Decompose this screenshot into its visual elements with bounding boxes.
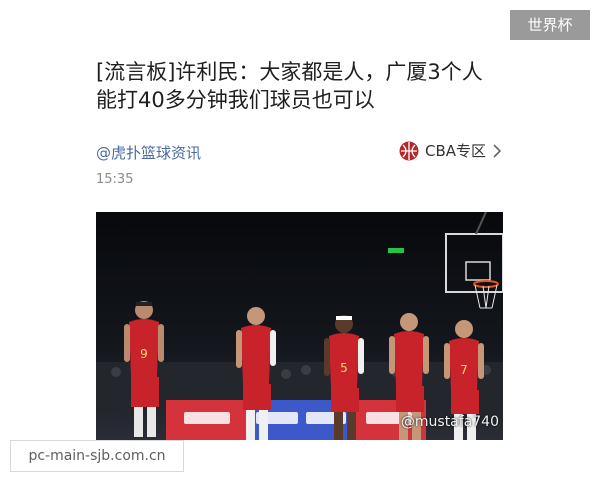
photo-watermark: @mustafa740	[400, 414, 499, 430]
basketball-players-image: 9 5 7	[96, 212, 503, 440]
cba-logo-icon	[399, 141, 419, 160]
cba-section-link[interactable]: CBA专区	[399, 140, 502, 161]
jersey-number: 9	[140, 347, 148, 361]
jersey-number: 7	[460, 363, 468, 377]
worldcup-tag[interactable]: 世界杯	[510, 10, 590, 40]
jersey-number: 5	[340, 361, 348, 375]
article-photo[interactable]: 9 5 7 @mustafa740	[96, 212, 503, 440]
site-watermark: pc-main-sjb.com.cn	[10, 440, 184, 472]
title-line-2: 能打40多分钟我们球员也可以	[96, 88, 375, 112]
page: 世界杯 [流言板]许利民：大家都是人，广厦3个人 能打40多分钟我们球员也可以 …	[0, 0, 600, 480]
article-title[interactable]: [流言板]许利民：大家都是人，广厦3个人 能打40多分钟我们球员也可以	[96, 58, 516, 114]
chevron-right-icon	[493, 143, 502, 158]
source-account-link[interactable]: @虎扑篮球资讯	[96, 142, 201, 163]
cba-section-label: CBA专区	[424, 142, 486, 160]
title-line-1: [流言板]许利民：大家都是人，广厦3个人	[96, 60, 483, 84]
publish-time: 15:35	[96, 172, 134, 187]
